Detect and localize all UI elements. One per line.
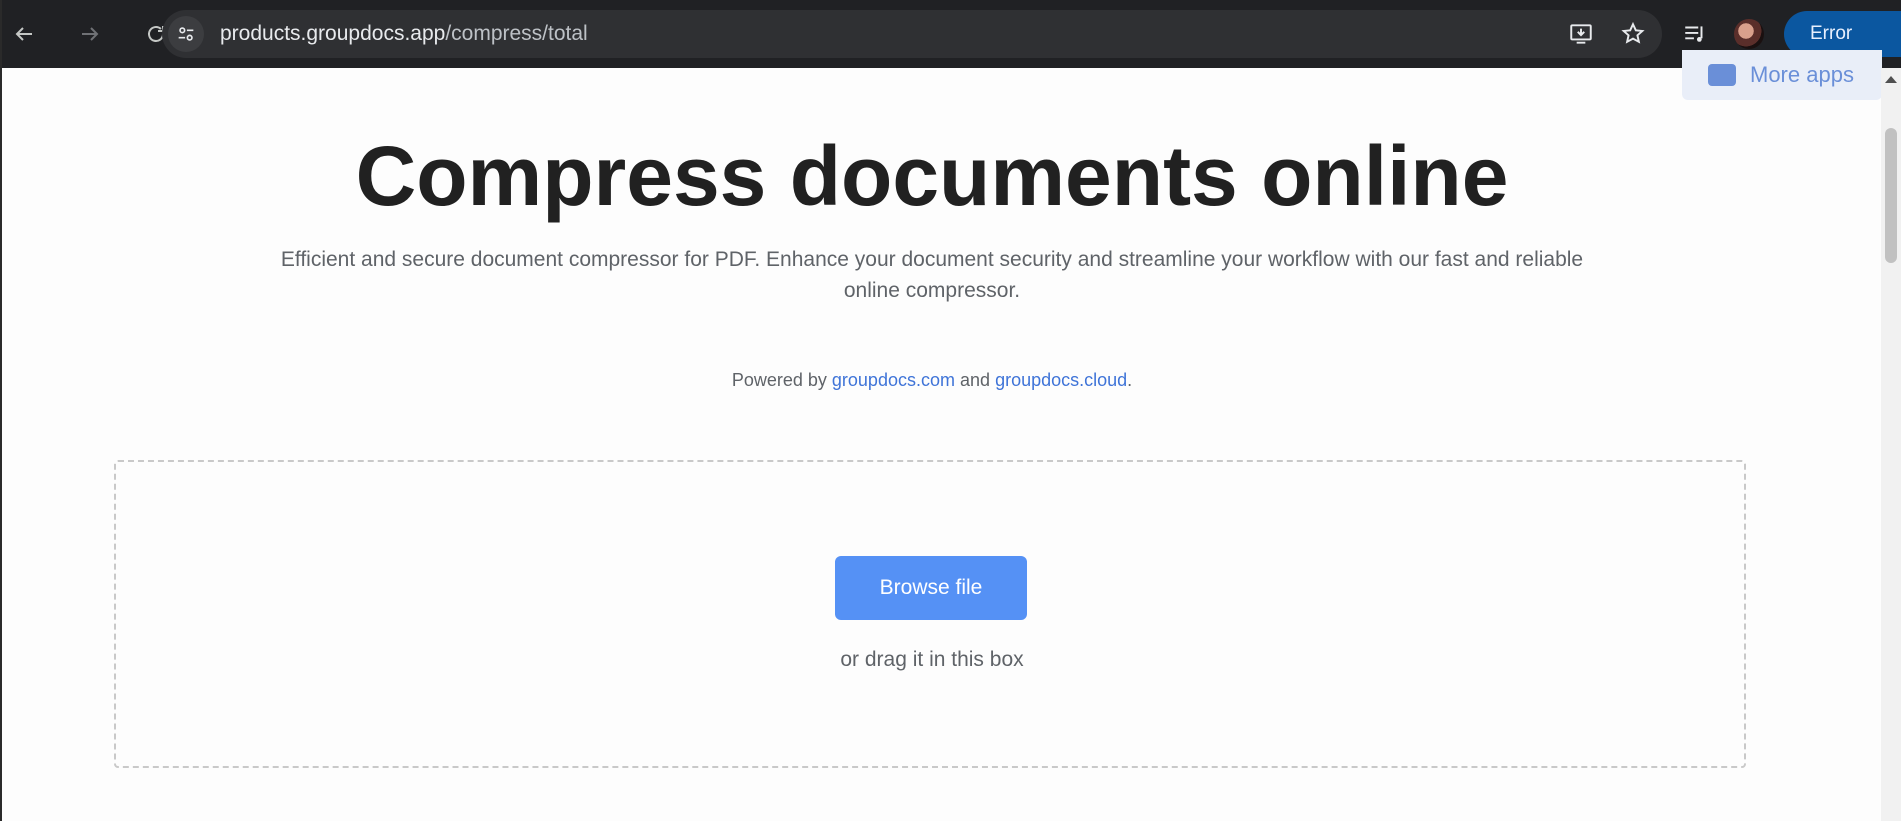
url-host: products.groupdocs.app (220, 22, 446, 45)
powered-suffix: . (1127, 370, 1133, 390)
more-apps-label: More apps (1750, 62, 1854, 87)
back-button[interactable] (2, 12, 46, 56)
tune-icon (178, 27, 194, 41)
page-scrollbar[interactable] (1881, 68, 1901, 821)
browser-toolbar: products.groupdocs.app/compress/total Er… (2, 0, 1901, 68)
scroll-up-arrow[interactable] (1885, 76, 1897, 83)
scroll-thumb[interactable] (1885, 128, 1897, 263)
install-app-icon[interactable] (1568, 21, 1594, 47)
media-queue-icon[interactable] (1682, 21, 1708, 47)
powered-and: and (960, 370, 991, 390)
page-title: Compress documents online (355, 129, 1509, 223)
site-info-button[interactable] (168, 16, 204, 52)
address-bar[interactable]: products.groupdocs.app/compress/total (162, 10, 1662, 58)
more-vert-icon[interactable] (1896, 23, 1901, 45)
apps-icon (1708, 64, 1736, 86)
groupdocs-cloud-link[interactable]: groupdocs.cloud (995, 370, 1127, 390)
arrow-right-icon (82, 27, 99, 41)
groupdocs-com-link[interactable]: groupdocs.com (832, 370, 955, 390)
powered-prefix: Powered by (731, 370, 827, 390)
page-subtitle: Efficient and secure document compressor… (280, 248, 1584, 302)
url-text[interactable]: products.groupdocs.app/compress/total (220, 22, 588, 46)
powered-by-line: Powered by groupdocs.com and groupdocs.c… (2, 370, 1862, 391)
bookmark-star-icon[interactable] (1620, 21, 1646, 47)
arrow-left-icon (15, 27, 32, 41)
forward-button[interactable] (68, 12, 112, 56)
profile-avatar[interactable] (1734, 19, 1764, 49)
url-path: /compress/total (445, 22, 588, 45)
more-apps-button[interactable]: More apps (1682, 50, 1882, 100)
drag-hint-text: or drag it in this box (840, 648, 1024, 671)
browse-file-button[interactable]: Browse file (835, 556, 1027, 620)
error-label: Error (1810, 23, 1853, 44)
